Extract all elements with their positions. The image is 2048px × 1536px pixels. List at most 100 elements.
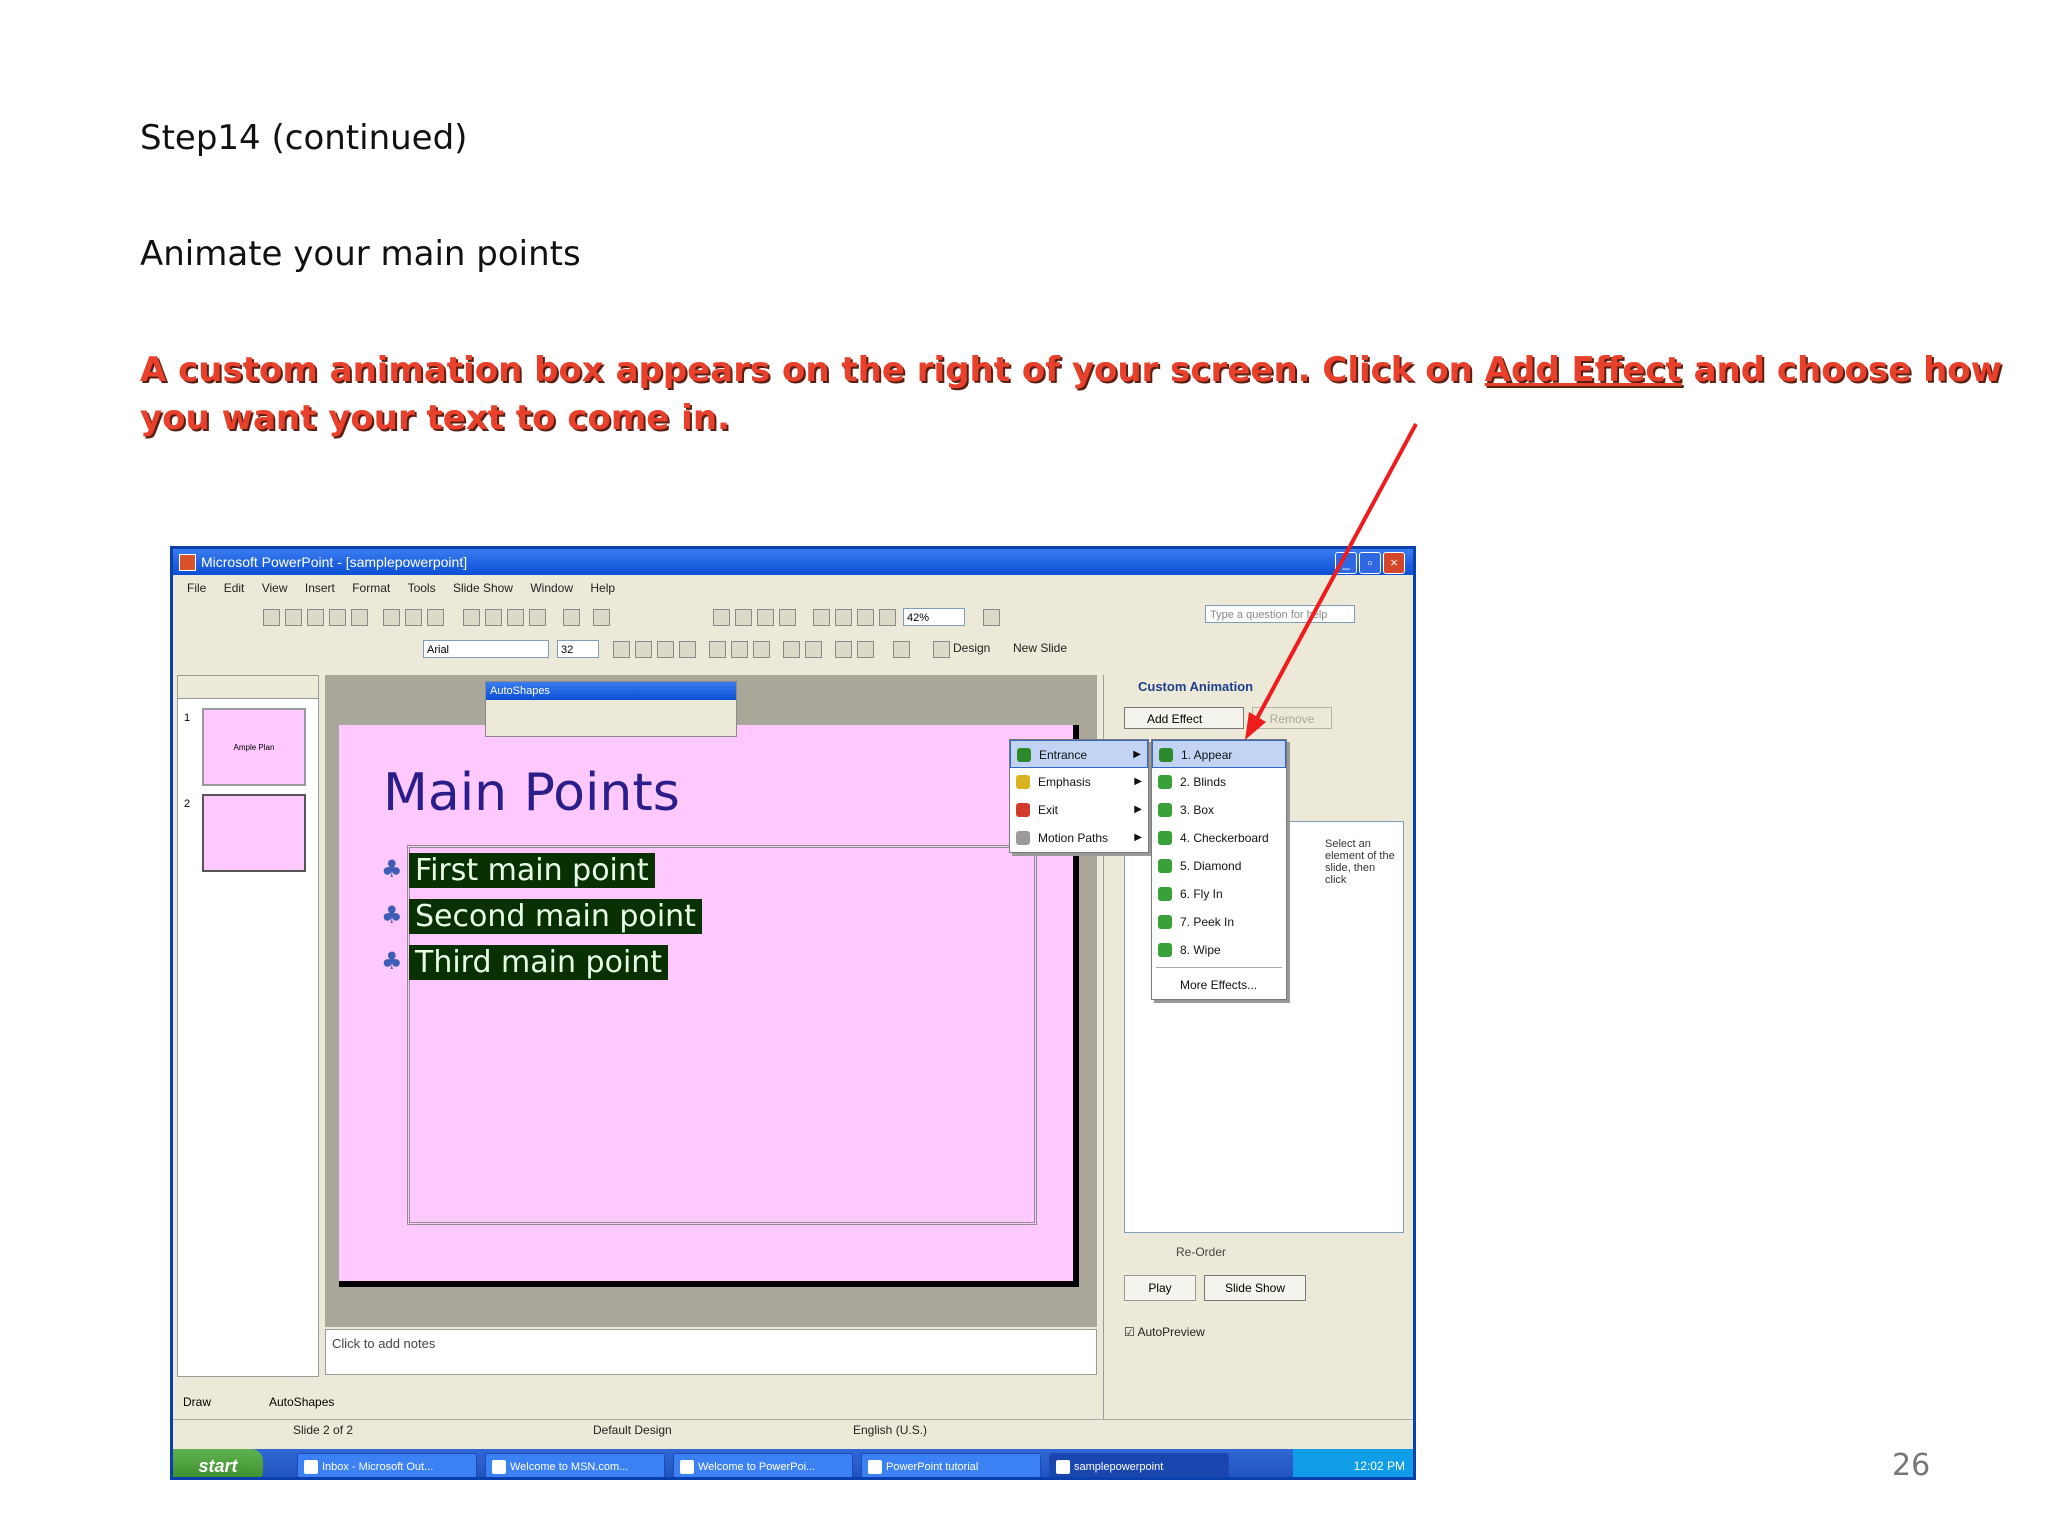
show-grid-icon[interactable] (857, 609, 874, 626)
increase-font-icon[interactable] (835, 641, 852, 658)
menu-edit[interactable]: Edit (224, 576, 245, 600)
underline-icon[interactable] (657, 641, 674, 658)
decrease-font-icon[interactable] (857, 641, 874, 658)
new-slide-button[interactable]: New Slide (1013, 641, 1067, 655)
format-painter-icon[interactable] (529, 609, 546, 626)
align-left-icon[interactable] (709, 641, 726, 658)
thumb-number-1: 1 (184, 712, 191, 724)
menu-help[interactable]: Help (590, 576, 615, 600)
font-color-icon[interactable] (893, 641, 910, 658)
paste-icon[interactable] (507, 609, 524, 626)
task-pane-title: Custom Animation (1138, 679, 1254, 694)
save-icon[interactable] (307, 609, 324, 626)
autoshapes-toolbar[interactable]: AutoShapes (485, 681, 737, 737)
peek-in-icon (1158, 915, 1172, 929)
expand-all-icon[interactable] (813, 609, 830, 626)
menu-file[interactable]: File (187, 576, 206, 600)
menu-motion-paths[interactable]: Motion Paths ▶ (1010, 824, 1148, 852)
open-icon[interactable] (285, 609, 302, 626)
effect-label: 1. Appear (1181, 748, 1233, 762)
email-icon[interactable] (351, 609, 368, 626)
print-preview-icon[interactable] (405, 609, 422, 626)
more-effects[interactable]: More Effects... (1152, 971, 1286, 999)
taskbar-button[interactable]: Welcome to PowerPoi... (673, 1453, 853, 1477)
font-name-select[interactable]: Arial (423, 640, 549, 658)
menu-insert[interactable]: Insert (305, 576, 335, 600)
effect-blinds[interactable]: 2. Blinds (1152, 768, 1286, 796)
effect-appear[interactable]: 1. Appear (1152, 740, 1286, 768)
slide-show-button[interactable]: Slide Show (1204, 1275, 1306, 1301)
effect-label: 7. Peek In (1180, 915, 1235, 929)
current-slide[interactable]: Main Points ♣ First main point ♣ Second … (339, 725, 1079, 1287)
effect-peek-in[interactable]: 7. Peek In (1152, 908, 1286, 936)
slides-pane-tabs[interactable] (178, 676, 318, 699)
remove-button[interactable]: Remove (1252, 707, 1332, 729)
design-button[interactable]: Design (953, 641, 990, 655)
add-effect-button[interactable]: Add Effect (1124, 707, 1244, 729)
copy-icon[interactable] (485, 609, 502, 626)
minimize-icon[interactable]: _ (1335, 552, 1357, 574)
draw-menu[interactable]: Draw (183, 1395, 211, 1409)
effect-checkerboard[interactable]: 4. Checkerboard (1152, 824, 1286, 852)
table-icon[interactable] (735, 609, 752, 626)
menu-exit[interactable]: Exit ▶ (1010, 796, 1148, 824)
menu-view[interactable]: View (262, 576, 288, 600)
autopreview-label: AutoPreview (1137, 1325, 1205, 1339)
spelling-icon[interactable] (427, 609, 444, 626)
help-icon[interactable] (983, 609, 1000, 626)
permission-icon[interactable] (329, 609, 346, 626)
reorder-label[interactable]: Re-Order (1176, 1245, 1226, 1259)
undo-icon[interactable] (563, 609, 580, 626)
autoshapes-menu[interactable]: AutoShapes (269, 1395, 334, 1409)
menu-emphasis[interactable]: Emphasis ▶ (1010, 768, 1148, 796)
tables-borders-icon[interactable] (757, 609, 774, 626)
numbering-icon[interactable] (783, 641, 800, 658)
taskbar-button[interactable]: Welcome to MSN.com... (485, 1453, 665, 1477)
maximize-icon[interactable]: ▫ (1359, 552, 1381, 574)
close-icon[interactable]: × (1383, 552, 1405, 574)
app-icon (304, 1460, 318, 1474)
italic-icon[interactable] (635, 641, 652, 658)
insert-picture-icon[interactable] (779, 609, 796, 626)
effect-label: 2. Blinds (1180, 775, 1227, 789)
menu-format[interactable]: Format (352, 576, 390, 600)
new-icon[interactable] (263, 609, 280, 626)
print-icon[interactable] (383, 609, 400, 626)
menu-window[interactable]: Window (530, 576, 573, 600)
align-right-icon[interactable] (753, 641, 770, 658)
zoom-select[interactable]: 42% (903, 608, 965, 626)
notes-pane[interactable]: Click to add notes (325, 1329, 1097, 1375)
menu-entrance[interactable]: Entrance ▶ (1010, 740, 1148, 768)
taskbar-button-label: PowerPoint tutorial (886, 1461, 979, 1473)
shadow-icon[interactable] (679, 641, 696, 658)
autopreview-checkbox[interactable]: ☑ AutoPreview (1124, 1325, 1205, 1339)
slide-thumbnail-1[interactable]: Ample Plan (202, 708, 306, 786)
slide-title[interactable]: Main Points (383, 763, 680, 823)
bullets-icon[interactable] (805, 641, 822, 658)
add-effect-menu: Entrance ▶ Emphasis ▶ Exit ▶ Motion Paths ▶ (1009, 739, 1149, 853)
taskbar-button[interactable]: PowerPoint tutorial (861, 1453, 1041, 1477)
slide-thumbnail-2[interactable] (202, 794, 306, 872)
menu-slide-show[interactable]: Slide Show (453, 576, 513, 600)
taskbar-button[interactable]: Inbox - Microsoft Out... (297, 1453, 477, 1477)
cut-icon[interactable] (463, 609, 480, 626)
show-formatting-icon[interactable] (835, 609, 852, 626)
start-button[interactable]: start (173, 1449, 263, 1477)
effect-wipe[interactable]: 8. Wipe (1152, 936, 1286, 964)
taskbar-button-active[interactable]: samplepowerpoint (1049, 1453, 1229, 1477)
effect-box[interactable]: 3. Box (1152, 796, 1286, 824)
powerpoint-icon (179, 554, 196, 571)
wipe-icon (1158, 943, 1172, 957)
menu-tools[interactable]: Tools (408, 576, 436, 600)
effect-diamond[interactable]: 5. Diamond (1152, 852, 1286, 880)
align-center-icon[interactable] (731, 641, 748, 658)
bold-icon[interactable] (613, 641, 630, 658)
play-button[interactable]: Play (1124, 1275, 1196, 1301)
effect-fly-in[interactable]: 6. Fly In (1152, 880, 1286, 908)
chart-icon[interactable] (713, 609, 730, 626)
color-grayscale-icon[interactable] (879, 609, 896, 626)
font-size-select[interactable]: 32 (557, 640, 599, 658)
design-icon[interactable] (933, 641, 950, 658)
redo-icon[interactable] (593, 609, 610, 626)
submenu-arrow-icon: ▶ (1133, 749, 1141, 760)
